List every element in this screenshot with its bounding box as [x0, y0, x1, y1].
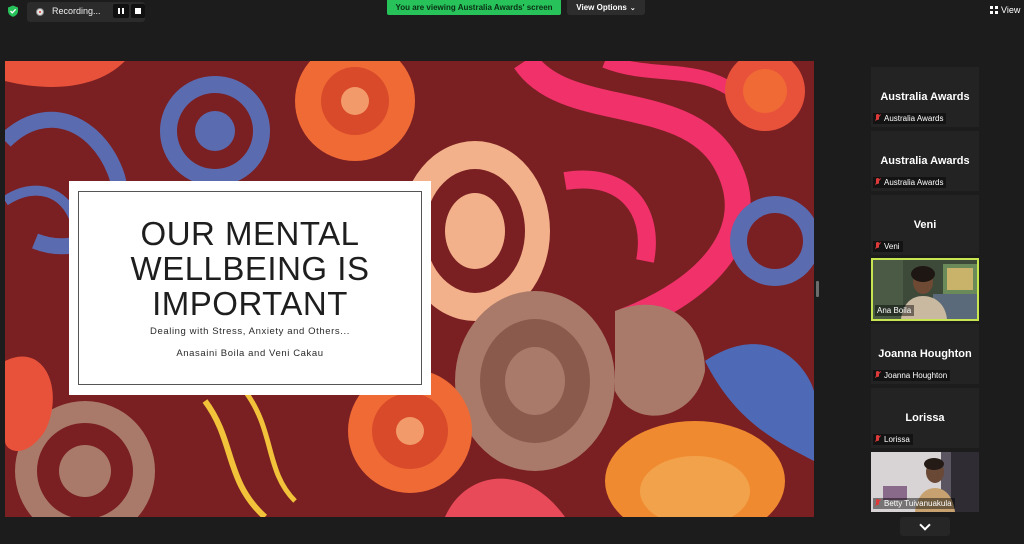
- participant-name: Veni: [884, 242, 900, 251]
- slide-title: OUR MENTAL WELLBEING IS IMPORTANT: [130, 215, 370, 322]
- participant-tile[interactable]: Joanna Houghton Joanna Houghton: [871, 324, 979, 384]
- participant-name-label: Betty Tuivanuakula: [873, 498, 955, 509]
- mic-muted-icon: [875, 178, 880, 186]
- stop-recording-button[interactable]: [131, 4, 145, 18]
- slide-title-card: OUR MENTAL WELLBEING IS IMPORTANT Dealin…: [69, 181, 431, 395]
- top-bar: Recording... You are viewing Australia A…: [0, 0, 1024, 22]
- participant-display-name: Lorissa: [905, 412, 945, 424]
- mic-muted-icon: [875, 371, 880, 379]
- view-label: View: [1001, 5, 1021, 15]
- security-shield-icon[interactable]: [7, 5, 19, 17]
- view-options-label: View Options: [576, 3, 627, 12]
- participant-display-name: Veni: [913, 219, 937, 231]
- participant-name-label: Lorissa: [873, 434, 913, 445]
- slide-subtitle: Dealing with Stress, Anxiety and Others.…: [150, 326, 350, 337]
- participant-name: Australia Awards: [884, 178, 944, 187]
- recording-label: Recording...: [52, 6, 101, 16]
- participant-name: Betty Tuivanuakula: [884, 499, 952, 508]
- participant-name-label: Joanna Houghton: [873, 370, 951, 381]
- participant-tile-active-speaker[interactable]: Ana Boila: [871, 258, 979, 321]
- grid-view-icon: [990, 6, 998, 14]
- participant-name-label: Veni: [873, 241, 903, 252]
- recording-icon: [36, 8, 44, 16]
- participant-tile[interactable]: Lorissa Lorissa: [871, 388, 979, 448]
- mic-muted-icon: [875, 242, 880, 250]
- shared-screen: OUR MENTAL WELLBEING IS IMPORTANT Dealin…: [5, 61, 814, 517]
- scroll-down-button[interactable]: [900, 517, 950, 536]
- participant-tile[interactable]: Veni Veni: [871, 195, 979, 255]
- view-button[interactable]: View: [990, 5, 1020, 19]
- participant-name: Ana Boila: [877, 306, 912, 315]
- participant-display-name: Australia Awards: [880, 155, 970, 167]
- mic-muted-icon: [875, 435, 880, 443]
- participant-tile[interactable]: Australia Awards Australia Awards: [871, 67, 979, 127]
- participant-name: Australia Awards: [884, 114, 944, 123]
- title-card-border: OUR MENTAL WELLBEING IS IMPORTANT Dealin…: [78, 191, 422, 385]
- chevron-down-icon: ⌄: [629, 5, 636, 12]
- participant-name-label: Australia Awards: [873, 113, 947, 124]
- participant-display-name: Joanna Houghton: [878, 348, 972, 360]
- mic-muted-icon: [875, 114, 880, 122]
- mic-muted-icon: [875, 499, 880, 507]
- participant-tile[interactable]: Betty Tuivanuakula: [871, 452, 979, 512]
- participant-name-label: Ana Boila: [875, 305, 915, 316]
- view-options-button[interactable]: View Options ⌄: [567, 0, 645, 15]
- resize-handle[interactable]: [816, 281, 819, 297]
- participant-name: Lorissa: [884, 435, 910, 444]
- pause-recording-button[interactable]: [113, 4, 129, 18]
- participant-tile[interactable]: Australia Awards Australia Awards: [871, 131, 979, 191]
- viewing-screen-banner: You are viewing Australia Awards' screen: [387, 0, 561, 15]
- participant-name-label: Australia Awards: [873, 177, 947, 188]
- participant-name: Joanna Houghton: [884, 371, 948, 380]
- participant-display-name: Australia Awards: [880, 91, 970, 103]
- slide-authors: Anasaini Boila and Veni Cakau: [176, 348, 324, 359]
